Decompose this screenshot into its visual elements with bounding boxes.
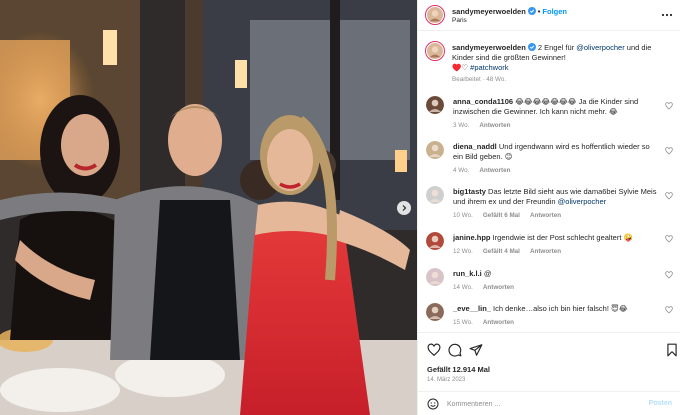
emoji-icon[interactable] [427, 398, 439, 410]
comment-heart-icon[interactable] [665, 306, 673, 314]
comment-meta: 4 Wo. Antworten [453, 167, 520, 174]
post-location[interactable]: Paris [452, 17, 467, 24]
comment-likes[interactable]: Gefällt 6 Mal [483, 212, 520, 219]
comment-body: @ [483, 269, 492, 278]
post-date: 14. März 2023 [427, 377, 466, 383]
heart-icon[interactable] [427, 343, 441, 357]
reply-button[interactable]: Antworten [479, 167, 510, 174]
comment-text: run_k.l.i @ [453, 269, 658, 279]
caption-author-avatar[interactable] [425, 41, 445, 61]
comment-input[interactable] [447, 397, 632, 411]
comment-meta: 10 Wo. Gefällt 6 Mal Antworten [453, 212, 571, 219]
commenter-avatar[interactable] [426, 303, 444, 321]
comment-age: 12 Wo. [453, 248, 473, 255]
post-actions: Gefällt 12.914 Mal 14. März 2023 Posten [418, 332, 680, 414]
more-horizontal-icon[interactable] [661, 9, 673, 21]
comment-heart-icon[interactable] [665, 271, 673, 279]
commenter-avatar[interactable] [426, 96, 444, 114]
commenter-avatar[interactable] [426, 186, 444, 204]
verified-badge-icon [527, 43, 536, 51]
reply-button[interactable]: Antworten [483, 284, 514, 291]
post-header: sandymeyerwoelden • Folgen Paris [418, 0, 680, 31]
comment-meta: 15 Wo. Antworten [453, 319, 524, 326]
follow-button[interactable]: Folgen [542, 7, 567, 16]
comment-heart-icon[interactable] [665, 102, 673, 110]
post-sidebar: sandymeyerwoelden • Folgen Paris sandymeye… [417, 0, 680, 415]
chevron-right-icon [402, 205, 407, 211]
carousel-next-button[interactable] [397, 201, 411, 215]
comment-heart-icon[interactable] [665, 192, 673, 200]
comment-heart-icon[interactable] [665, 235, 673, 243]
comment-age: 15 Wo. [453, 319, 473, 326]
comment-composer: Posten [418, 391, 680, 415]
separator-dot: • [537, 7, 541, 16]
bookmark-icon[interactable] [665, 343, 679, 357]
comment-text: _eve__lin_ Ich denke…also ich bin hier f… [453, 304, 658, 314]
caption-emoji: ♥️♡ [452, 63, 471, 72]
comment-meta: 12 Wo. Gefällt 4 Mal Antworten [453, 248, 571, 255]
comment-text: anna_conda1106 😂😂😂😂😂😂😂 Ja die Kinder sin… [453, 97, 658, 117]
commenter-avatar[interactable] [426, 232, 444, 250]
comment-text: janine.hpp Irgendwie ist der Post schlec… [453, 233, 658, 243]
caption-username[interactable]: sandymeyerwoelden [452, 43, 526, 52]
comment-body: Irgendwie ist der Post schlecht gealtert… [492, 233, 633, 242]
caption-hashtag[interactable]: #patchwork [470, 63, 508, 72]
comment-age: 14 Wo. [453, 284, 473, 291]
comment-meta: 14 Wo. Antworten [453, 284, 524, 291]
comment-username[interactable]: _eve__lin_ [453, 304, 491, 313]
author-avatar[interactable] [425, 5, 445, 25]
comment-text: big1tasty Das letzte Bild sieht aus wie … [453, 187, 658, 207]
reply-button[interactable]: Antworten [530, 248, 561, 255]
comment-meta: 3 Wo. Antworten [453, 122, 520, 129]
caption-mention[interactable]: @oliverpocher [576, 43, 624, 52]
verified-badge-icon [527, 7, 536, 15]
photo-illustration [0, 0, 417, 415]
comment-heart-icon[interactable] [665, 147, 673, 155]
comment-username[interactable]: anna_conda1106 [453, 97, 513, 106]
share-icon[interactable] [469, 343, 483, 357]
comment-username[interactable]: diena_naddl [453, 142, 497, 151]
comment-age: 3 Wo. [453, 122, 470, 129]
comment-text: diena_naddl Und irgendwann wird es hoffe… [453, 142, 658, 162]
like-count[interactable]: Gefällt 12.914 Mal [427, 365, 490, 374]
comment-username[interactable]: big1tasty [453, 187, 486, 196]
comment-username[interactable]: janine.hpp [453, 233, 491, 242]
commenter-avatar[interactable] [426, 268, 444, 286]
comment-likes[interactable]: Gefällt 4 Mal [483, 248, 520, 255]
comment-mention[interactable]: @oliverpocher [558, 197, 606, 206]
comment-body: Ich denke…also ich bin hier falsch! 😇😂 [493, 304, 628, 313]
header-author-line: sandymeyerwoelden • Folgen [452, 7, 567, 16]
caption-text: sandymeyerwoelden 2 Engel für @oliverpoc… [452, 43, 670, 73]
comment-username[interactable]: run_k.l.i [453, 269, 482, 278]
comment-age: 4 Wo. [453, 167, 470, 174]
author-username[interactable]: sandymeyerwoelden [452, 7, 526, 16]
comment-icon[interactable] [448, 343, 462, 357]
commenter-avatar[interactable] [426, 141, 444, 159]
post-photo[interactable] [0, 0, 417, 415]
comment-age: 10 Wo. [453, 212, 473, 219]
caption-part-1: 2 Engel für [537, 43, 577, 52]
caption-meta: Bearbeitet · 48 Wo. [452, 76, 507, 83]
reply-button[interactable]: Antworten [479, 122, 510, 129]
post-comment-button[interactable]: Posten [649, 400, 672, 407]
reply-button[interactable]: Antworten [530, 212, 561, 219]
reply-button[interactable]: Antworten [483, 319, 514, 326]
